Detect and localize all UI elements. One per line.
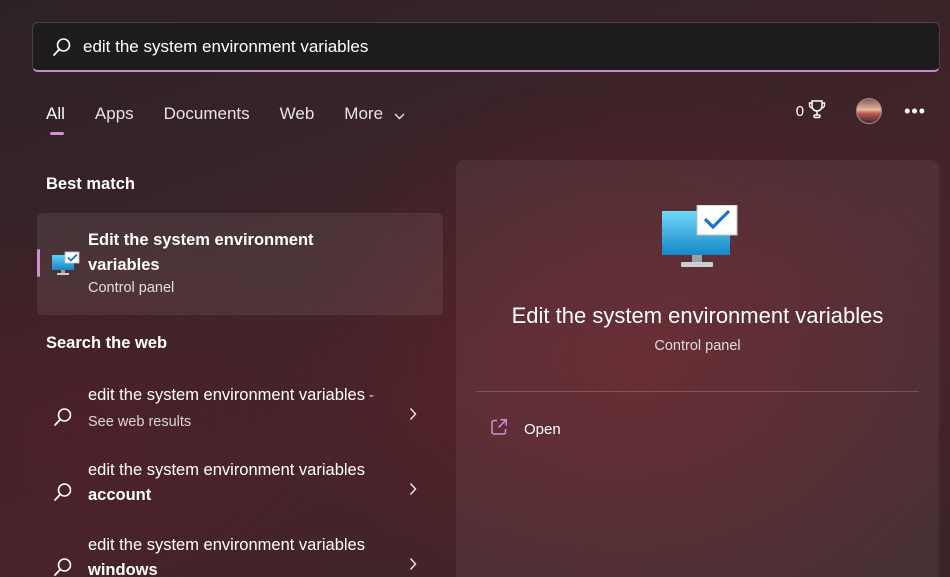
web-result-item[interactable]: edit the system environment variables wi…: [37, 533, 443, 577]
open-action[interactable]: Open: [490, 418, 561, 441]
rewards-points-value: 0: [795, 102, 805, 120]
best-match-heading: Best match: [46, 175, 135, 193]
detail-panel: Edit the system environment variables Co…: [456, 160, 939, 577]
avatar[interactable]: [856, 98, 883, 124]
best-match-title: Edit the system environment variables: [88, 231, 314, 274]
web-result-query: edit the system environment variables: [88, 536, 365, 554]
web-result-item[interactable]: edit the system environment variables ac…: [37, 458, 443, 526]
chevron-right-icon: [409, 407, 417, 426]
tab-more-label: More: [344, 104, 384, 123]
open-action-label: Open: [524, 421, 561, 438]
tab-apps[interactable]: Apps: [95, 104, 134, 128]
search-icon: [53, 557, 73, 577]
detail-title: Edit the system environment variables: [511, 303, 884, 328]
trophy-icon: [804, 99, 826, 123]
open-external-icon: [490, 418, 508, 441]
filter-tabs: All Apps Documents Web More: [46, 104, 435, 136]
chevron-right-icon: [409, 557, 417, 576]
best-match-result[interactable]: Edit the system environment variables Co…: [37, 213, 443, 315]
selection-indicator: [37, 249, 40, 277]
web-result-suffix: account: [88, 486, 152, 504]
rewards-points[interactable]: 0: [796, 99, 826, 123]
search-icon: [53, 407, 73, 432]
search-icon: [53, 482, 73, 507]
search-web-heading: Search the web: [46, 334, 168, 352]
tab-web[interactable]: Web: [280, 104, 315, 128]
web-result-text: edit the system environment variables ac…: [88, 458, 388, 509]
detail-subtitle: Control panel: [654, 338, 741, 354]
chevron-right-icon: [409, 482, 417, 501]
search-icon: [51, 36, 73, 58]
header-right: 0 •••: [796, 98, 926, 124]
web-result-item[interactable]: edit the system environment variables - …: [37, 383, 443, 451]
search-input[interactable]: [83, 36, 939, 57]
web-result-query: edit the system environment variables: [88, 386, 365, 404]
system-properties-icon: [51, 251, 81, 282]
tab-all[interactable]: All: [46, 104, 65, 136]
search-bar[interactable]: [32, 22, 940, 72]
tab-more[interactable]: More: [344, 104, 405, 129]
chevron-down-icon: [394, 105, 405, 125]
best-match-subtitle: Control panel: [88, 280, 175, 296]
tab-documents[interactable]: Documents: [164, 104, 250, 128]
web-result-text: edit the system environment variables - …: [88, 383, 388, 435]
divider: [476, 391, 919, 392]
web-result-suffix: windows: [88, 561, 158, 577]
web-result-query: edit the system environment variables: [88, 461, 365, 479]
system-properties-icon: [661, 204, 739, 276]
more-options-icon[interactable]: •••: [904, 101, 926, 122]
web-result-text: edit the system environment variables wi…: [88, 533, 388, 577]
